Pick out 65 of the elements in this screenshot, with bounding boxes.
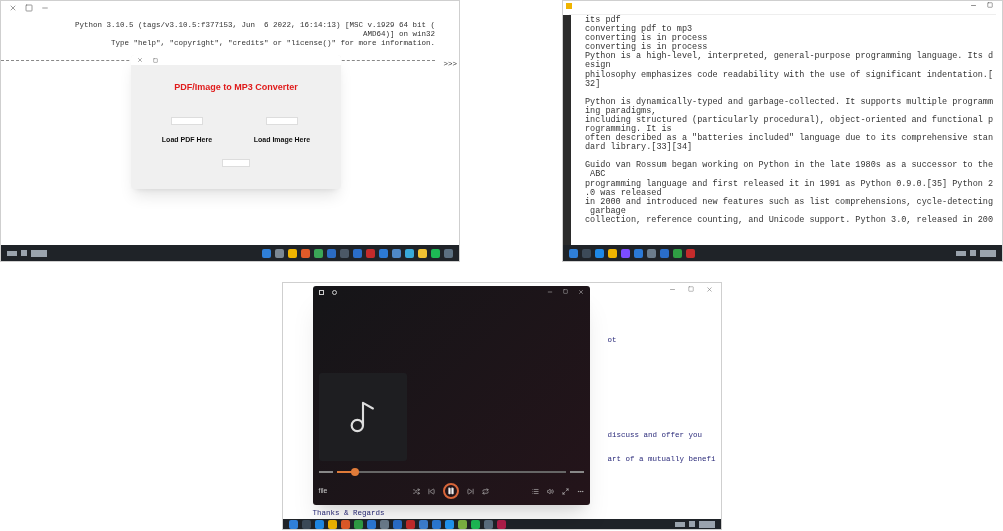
pause-icon bbox=[447, 487, 455, 495]
taskbar-icon[interactable] bbox=[392, 248, 401, 258]
minimize-icon[interactable] bbox=[970, 2, 977, 9]
taskbar-icon[interactable] bbox=[431, 248, 440, 258]
text-line: Guido van Rossum began working on Python in the late 1980s as a successor to the bbox=[585, 161, 995, 171]
taskbar-icon[interactable] bbox=[405, 248, 414, 258]
tray-icon[interactable] bbox=[688, 521, 695, 527]
taskbar-icon[interactable] bbox=[275, 248, 284, 258]
text-line: in 2000 and introduced new features such as list comprehensions, cycle-detecting bbox=[585, 197, 995, 207]
play-pause-button[interactable] bbox=[443, 483, 459, 499]
text-line: including structured (particularly procedural), object-oriented and functional p bbox=[585, 115, 995, 125]
volume-icon[interactable] bbox=[546, 487, 554, 495]
clock-icon[interactable] bbox=[698, 520, 715, 528]
taskbar-icon[interactable] bbox=[288, 248, 297, 258]
text-line: esign bbox=[585, 61, 611, 71]
close-icon[interactable] bbox=[9, 4, 17, 12]
taskbar-icon[interactable] bbox=[288, 519, 298, 529]
taskbar-icon[interactable] bbox=[457, 519, 467, 529]
text-line: dard library.[33][34] bbox=[585, 143, 694, 153]
taskbar-icon[interactable] bbox=[301, 248, 310, 258]
text-line: collection, reference counting, and Unicode support. Python 3.0, released in 200 bbox=[585, 215, 995, 225]
taskbar-icon[interactable] bbox=[673, 248, 682, 258]
text-line: Python is a high-level, interpreted, general-purpose programming language. Its d bbox=[585, 52, 995, 62]
shuffle-icon[interactable] bbox=[413, 487, 420, 495]
home-icon[interactable] bbox=[318, 289, 324, 295]
text-line: garbage bbox=[590, 206, 626, 216]
taskbar-icon[interactable] bbox=[595, 248, 604, 258]
queue-icon[interactable] bbox=[531, 487, 539, 495]
fullscreen-icon[interactable] bbox=[561, 487, 569, 495]
repeat-icon[interactable] bbox=[482, 487, 489, 495]
taskbar-icon[interactable] bbox=[444, 519, 454, 529]
taskbar-icon[interactable] bbox=[569, 248, 578, 258]
clock-icon[interactable] bbox=[31, 249, 47, 257]
text-line: Python is dynamically-typed and garbage-collected. It supports multiple programm bbox=[585, 97, 995, 107]
text-line: 32] bbox=[585, 79, 601, 89]
taskbar-icon[interactable] bbox=[608, 248, 617, 258]
text-line: programming language and first released it in 1991 as Python 0.9.0.[35] Python 2 bbox=[585, 179, 995, 189]
dialog-heading: PDF/Image to MP3 Converter bbox=[173, 81, 299, 94]
close-icon[interactable] bbox=[705, 285, 713, 293]
maximize-icon[interactable] bbox=[153, 57, 158, 63]
text-line: ing paradigms, bbox=[585, 106, 657, 116]
maximize-icon[interactable] bbox=[987, 2, 993, 8]
taskbar-icon[interactable] bbox=[418, 248, 427, 258]
taskbar-icon[interactable] bbox=[327, 519, 337, 529]
text-line: philosophy emphasizes code readability with the use of significant indentation.[ bbox=[585, 70, 995, 80]
taskbar-icon[interactable] bbox=[340, 519, 350, 529]
close-icon[interactable] bbox=[137, 57, 143, 63]
taskbar-icon[interactable] bbox=[418, 519, 428, 529]
previous-icon[interactable] bbox=[428, 487, 435, 495]
clock-icon[interactable] bbox=[980, 249, 996, 257]
text-line: its pdf bbox=[585, 16, 621, 25]
tray-icon[interactable] bbox=[674, 521, 685, 527]
text-line: converting pdf to mp3 bbox=[585, 25, 694, 35]
taskbar-icon[interactable] bbox=[314, 519, 324, 529]
taskbar-icon[interactable] bbox=[470, 519, 480, 529]
seek-thumb[interactable] bbox=[350, 468, 359, 476]
next-icon[interactable] bbox=[467, 487, 474, 495]
text-line: converting is in process bbox=[585, 34, 709, 44]
taskbar-icon[interactable] bbox=[314, 248, 323, 258]
taskbar-icon[interactable] bbox=[353, 519, 363, 529]
maximize-icon[interactable] bbox=[25, 4, 33, 12]
app-icon bbox=[566, 2, 572, 9]
taskbar-icon[interactable] bbox=[262, 248, 271, 258]
text-line: ABC bbox=[590, 170, 606, 180]
text-line: .0 was released bbox=[585, 188, 663, 198]
